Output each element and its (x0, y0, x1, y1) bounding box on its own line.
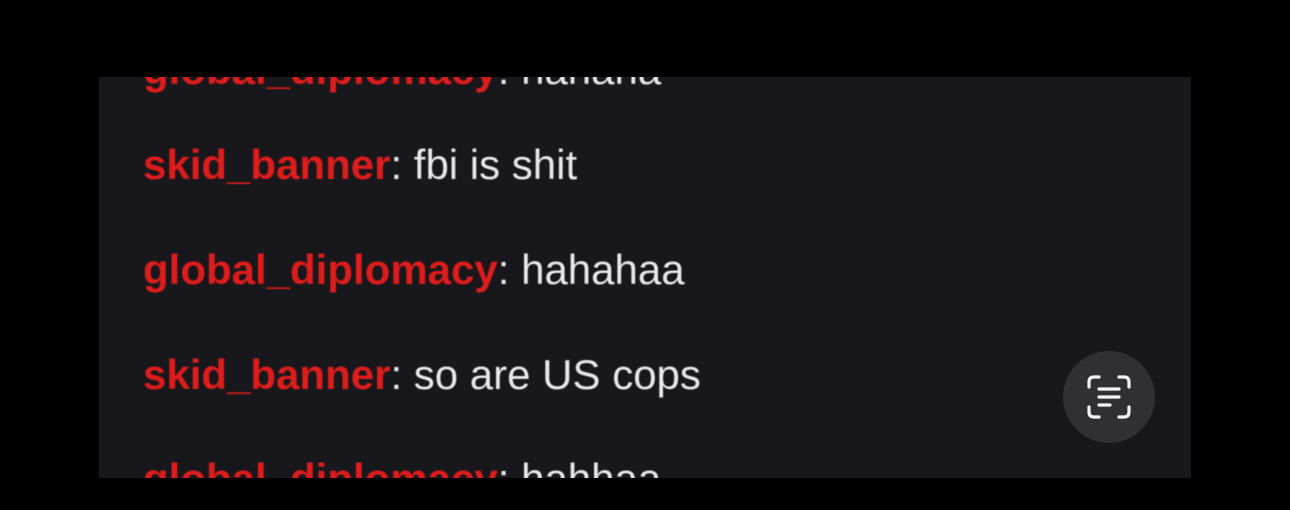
chat-message-text: hahhaa (521, 455, 661, 478)
chat-username[interactable]: global_diplomacy (143, 455, 498, 478)
chat-username[interactable]: global_diplomacy (143, 246, 498, 293)
chat-username[interactable]: skid_banner (143, 141, 390, 188)
chat-message-text: so are US cops (413, 351, 701, 398)
chat-username[interactable]: skid_banner (143, 351, 390, 398)
text-scan-icon (1087, 375, 1131, 419)
chat-message: skid_banner: fbi is shit (143, 139, 577, 191)
chat-panel[interactable]: global_diplomacy: hahaha skid_banner: fb… (99, 77, 1191, 478)
chat-separator: : (498, 455, 510, 478)
chat-message-text: fbi is shit (413, 141, 578, 188)
chat-message: global_diplomacy: hahaha (143, 77, 661, 96)
chat-message: skid_banner: so are US cops (143, 349, 701, 401)
chat-separator: : (390, 351, 403, 398)
text-scan-button[interactable] (1063, 351, 1155, 443)
screen: global_diplomacy: hahaha skid_banner: fb… (0, 0, 1290, 510)
chat-separator: : (390, 141, 403, 188)
chat-separator: : (497, 246, 510, 293)
chat-username[interactable]: global_diplomacy (143, 77, 498, 93)
chat-message-text: hahaha (521, 77, 661, 93)
chat-message-text: hahahaa (521, 246, 685, 293)
chat-separator: : (498, 77, 510, 93)
chat-message: global_diplomacy: hahahaa (143, 244, 685, 296)
chat-message: global_diplomacy: hahhaa (143, 453, 661, 478)
